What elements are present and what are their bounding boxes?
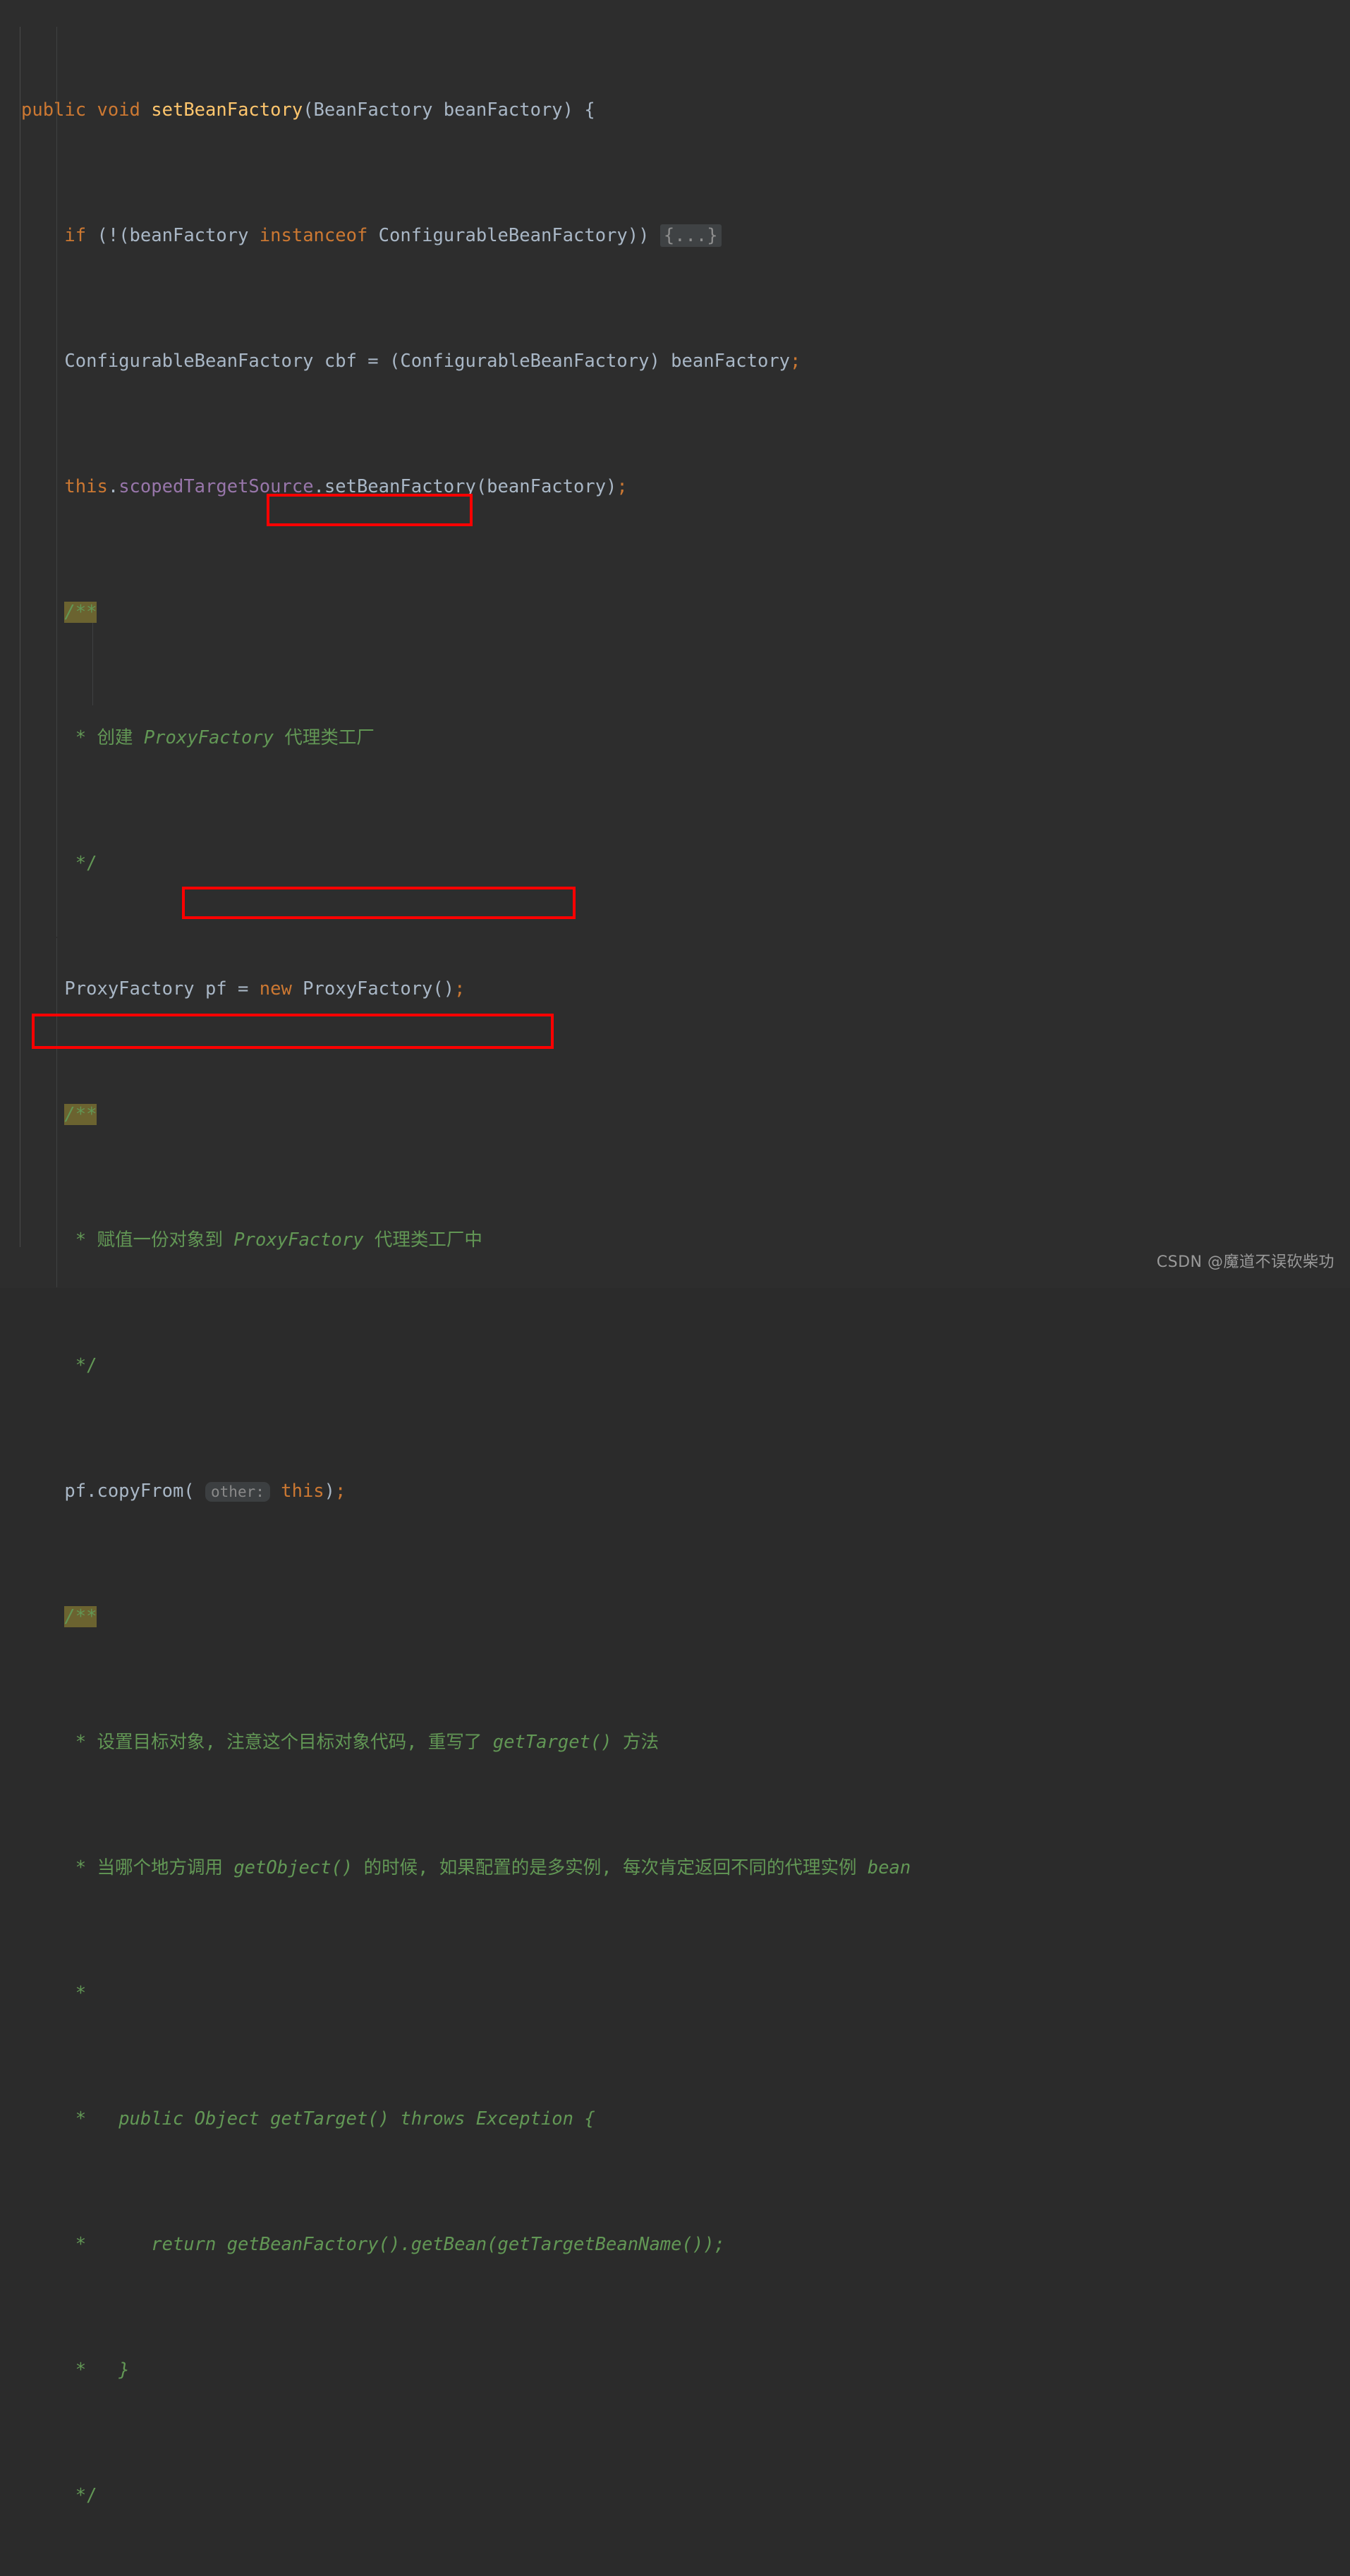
code-line-14[interactable]: * 设置目标对象, 注意这个目标对象代码, 重写了 getTarget() 方法 <box>0 1727 1169 1758</box>
code-line-10[interactable]: * 赋值一份对象到 ProxyFactory 代理类工厂中 <box>0 1225 1169 1256</box>
code-line-5[interactable]: /** <box>0 597 1169 628</box>
code-editor[interactable]: public void setBeanFactory(BeanFactory b… <box>0 0 1350 2506</box>
code-line-15[interactable]: * 当哪个地方调用 getObject() 的时候, 如果配置的是多实例, 每次… <box>0 1852 1169 1884</box>
code-line-20[interactable]: */ <box>0 2480 1169 2512</box>
javadoc-start-marker: /** <box>64 1103 97 1125</box>
code-line-7[interactable]: */ <box>0 848 1169 880</box>
param-hint-other: other: <box>205 1481 270 1502</box>
csdn-watermark: CSDN @魔道不误砍柴功 <box>1156 1253 1334 1271</box>
javadoc-start-marker: /** <box>64 601 97 623</box>
code-line-3[interactable]: ConfigurableBeanFactory cbf = (Configura… <box>0 346 1169 377</box>
code-line-1[interactable]: public void setBeanFactory(BeanFactory b… <box>0 95 1169 126</box>
code-line-6[interactable]: * 创建 ProxyFactory 代理类工厂 <box>0 722 1169 754</box>
code-lines: public void setBeanFactory(BeanFactory b… <box>0 0 1169 2576</box>
code-line-12[interactable]: pf.copyFrom( other: this); <box>0 1476 1169 1507</box>
code-fold-placeholder[interactable]: {...} <box>659 224 722 247</box>
code-line-11[interactable]: */ <box>0 1350 1169 1382</box>
code-line-2[interactable]: if (!(beanFactory instanceof Configurabl… <box>0 220 1169 252</box>
code-line-8[interactable]: ProxyFactory pf = new ProxyFactory(); <box>0 973 1169 1005</box>
code-line-9[interactable]: /** <box>0 1099 1169 1131</box>
code-line-18[interactable]: * return getBeanFactory().getBean(getTar… <box>0 2229 1169 2261</box>
code-line-17[interactable]: * public Object getTarget() throws Excep… <box>0 2103 1169 2135</box>
javadoc-start-marker: /** <box>64 1605 97 1627</box>
code-line-16[interactable]: * <box>0 1978 1169 2010</box>
code-line-13[interactable]: /** <box>0 1601 1169 1633</box>
code-line-19[interactable]: * } <box>0 2355 1169 2386</box>
code-line-4[interactable]: this.scopedTargetSource.setBeanFactory(b… <box>0 471 1169 503</box>
